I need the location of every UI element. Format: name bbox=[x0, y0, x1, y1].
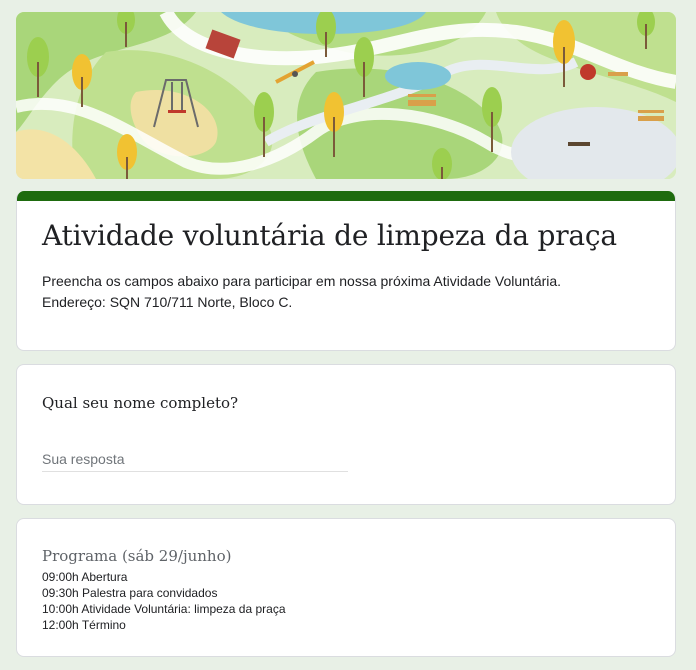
program-info-card: Programa (sáb 29/junho) 09:00h Abertura … bbox=[16, 518, 676, 657]
header-banner-image bbox=[16, 12, 676, 179]
form-page: Atividade voluntária de limpeza da praça… bbox=[0, 0, 696, 670]
full-name-answer-input[interactable] bbox=[42, 447, 348, 472]
program-schedule-list: 09:00h Abertura 09:30h Palestra para con… bbox=[42, 569, 286, 633]
form-description-line: Preencha os campos abaixo para participa… bbox=[42, 273, 562, 289]
schedule-item: 12:00h Término bbox=[42, 618, 126, 632]
form-header-card: Atividade voluntária de limpeza da praça… bbox=[16, 191, 676, 351]
question-card-full-name: Qual seu nome completo? bbox=[16, 364, 676, 505]
form-description-line: Endereço: SQN 710/711 Norte, Bloco C. bbox=[42, 294, 293, 310]
program-title: Programa (sáb 29/junho) bbox=[42, 547, 232, 565]
schedule-item: 09:00h Abertura bbox=[42, 570, 128, 584]
form-description: Preencha os campos abaixo para participa… bbox=[42, 271, 561, 313]
schedule-item: 09:30h Palestra para convidados bbox=[42, 586, 218, 600]
form-title: Atividade voluntária de limpeza da praça bbox=[42, 219, 617, 252]
question-title: Qual seu nome completo? bbox=[42, 394, 239, 412]
schedule-item: 10:00h Atividade Voluntária: limpeza da … bbox=[42, 602, 286, 616]
header-accent-bar bbox=[17, 191, 675, 201]
